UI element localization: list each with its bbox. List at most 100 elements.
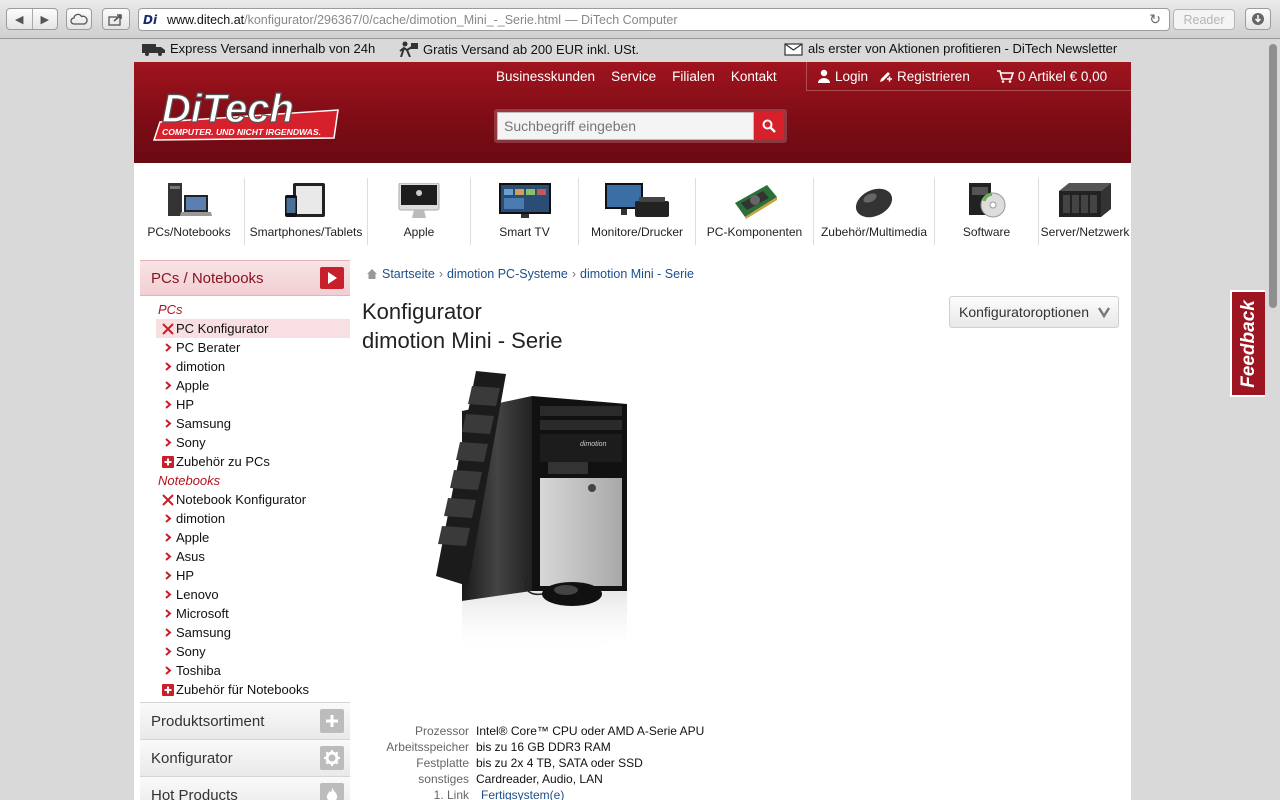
sidebar-item-apple[interactable]: Apple xyxy=(140,376,350,395)
category-software[interactable]: Software xyxy=(935,178,1039,245)
sidebar-item-label[interactable]: Zubehör für Notebooks xyxy=(176,682,309,697)
section-label[interactable]: Produktsortiment xyxy=(151,713,264,730)
sidebar-item-zubehör-zu-pcs[interactable]: Zubehör zu PCs xyxy=(140,452,350,471)
login-label[interactable]: Login xyxy=(835,69,868,84)
category-zubehoer-multimedia[interactable]: Zubehör/Multimedia xyxy=(814,178,935,245)
nav-businesskunden[interactable]: Businesskunden xyxy=(496,69,595,84)
sidebar-item-hp[interactable]: HP xyxy=(140,566,350,585)
share-button[interactable] xyxy=(102,8,130,30)
nav-kontakt[interactable]: Kontakt xyxy=(731,69,777,84)
ditech-logo[interactable]: DiTech COMPUTER. UND NICHT IRGENDWAS. xyxy=(150,82,342,142)
user-icon xyxy=(818,69,830,83)
category-pc-komponenten[interactable]: PC-Komponenten xyxy=(696,178,814,245)
sidebar-item-label[interactable]: Apple xyxy=(176,378,209,393)
register-link[interactable]: Registrieren xyxy=(878,69,970,84)
section-produktsortiment[interactable]: Produktsortiment xyxy=(140,702,350,739)
sidebar-item-label[interactable]: Notebook Konfigurator xyxy=(176,492,306,507)
breadcrumb-dimotion-mini-serie[interactable]: dimotion Mini - Serie xyxy=(580,267,694,281)
sidebar-item-microsoft[interactable]: Microsoft xyxy=(140,604,350,623)
sidebar-item-sony[interactable]: Sony xyxy=(140,433,350,452)
sidebar-item-dimotion[interactable]: dimotion xyxy=(140,357,350,376)
sidebar-subheading-pcs[interactable]: PCs xyxy=(140,300,350,319)
nav-service[interactable]: Service xyxy=(611,69,656,84)
cart-label[interactable]: 0 Artikel € 0,00 xyxy=(1018,69,1107,84)
sidebar-item-label[interactable]: Apple xyxy=(176,530,209,545)
reader-button[interactable]: Reader xyxy=(1173,9,1235,30)
address-bar[interactable]: Di www.ditech.at/konfigurator/296367/0/c… xyxy=(138,8,1170,31)
sidebar-toggle-button[interactable] xyxy=(320,267,344,289)
sidebar-item-lenovo[interactable]: Lenovo xyxy=(140,585,350,604)
section-konfigurator[interactable]: Konfigurator xyxy=(140,739,350,776)
section-label[interactable]: Konfigurator xyxy=(151,750,233,767)
sidebar-item-notebook-konfigurator[interactable]: Notebook Konfigurator xyxy=(140,490,350,509)
category-pcs-notebooks[interactable]: PCs/Notebooks xyxy=(134,178,245,245)
smartphone-tablet-icon xyxy=(285,183,325,217)
sidebar-item-zubehör-für-notebooks[interactable]: Zubehör für Notebooks xyxy=(140,680,350,699)
category-apple[interactable]: Apple xyxy=(368,178,471,245)
search-button[interactable] xyxy=(754,112,784,140)
sidebar-item-label[interactable]: Samsung xyxy=(176,416,231,431)
sidebar-heading[interactable]: PCs / Notebooks xyxy=(140,260,350,296)
category-server-netzwerk[interactable]: Server/Netzwerk xyxy=(1039,178,1131,245)
back-forward-buttons[interactable]: ◀ ▶ xyxy=(6,8,58,30)
sidebar-item-apple[interactable]: Apple xyxy=(140,528,350,547)
login-link[interactable]: Login xyxy=(817,69,868,84)
feedback-tab[interactable]: Feedback xyxy=(1230,290,1265,397)
sidebar-item-label[interactable]: Toshiba xyxy=(176,663,221,678)
sidebar-item-label[interactable]: dimotion xyxy=(176,511,225,526)
search-input[interactable] xyxy=(497,112,755,140)
page-title-line1: Konfigurator xyxy=(362,299,482,324)
sidebar-item-label[interactable]: dimotion xyxy=(176,359,225,374)
cart-link[interactable]: 0 Artikel € 0,00 xyxy=(996,69,1107,84)
category-smart-tv[interactable]: Smart TV xyxy=(471,178,579,245)
section-hot-products[interactable]: Hot Products xyxy=(140,776,350,800)
sidebar-item-sony[interactable]: Sony xyxy=(140,642,350,661)
sidebar-item-label[interactable]: Asus xyxy=(176,549,205,564)
breadcrumb-startseite[interactable]: Startseite xyxy=(382,267,435,281)
sidebar-item-label[interactable]: Sony xyxy=(176,435,206,450)
section-label[interactable]: Hot Products xyxy=(151,787,238,800)
category-monitore-drucker[interactable]: Monitore/Drucker xyxy=(579,178,696,245)
vertical-scrollbar[interactable] xyxy=(1266,40,1280,800)
hot-products-button[interactable] xyxy=(320,783,344,800)
sidebar-item-label[interactable]: HP xyxy=(176,568,194,583)
sidebar-item-label[interactable]: PC Berater xyxy=(176,340,240,355)
sidebar-item-hp[interactable]: HP xyxy=(140,395,350,414)
sidebar-item-dimotion[interactable]: dimotion xyxy=(140,509,350,528)
konfiguratoroptionen-dropdown[interactable]: Konfiguratoroptionen xyxy=(949,296,1119,328)
download-icon xyxy=(1252,13,1264,25)
icloud-tabs-button[interactable] xyxy=(66,8,92,30)
forward-icon[interactable]: ▶ xyxy=(33,13,58,26)
sidebar-item-toshiba[interactable]: Toshiba xyxy=(140,661,350,680)
feedback-label[interactable]: Feedback xyxy=(1238,300,1260,388)
sidebar-item-label[interactable]: PC Konfigurator xyxy=(176,321,269,336)
back-icon[interactable]: ◀ xyxy=(7,13,32,26)
konfigurator-button[interactable] xyxy=(320,746,344,770)
sidebar-subheading-notebooks[interactable]: Notebooks xyxy=(140,471,350,490)
newsletter-text[interactable]: als erster von Aktionen profitieren - Di… xyxy=(808,41,1117,56)
sidebar-item-label[interactable]: Sony xyxy=(176,644,206,659)
newsletter-info[interactable]: als erster von Aktionen profitieren - Di… xyxy=(784,41,1117,56)
downloads-button[interactable] xyxy=(1245,8,1271,30)
sidebar-item-label[interactable]: HP xyxy=(176,397,194,412)
sidebar-item-pc-konfigurator[interactable]: PC Konfigurator xyxy=(156,319,350,338)
reload-icon[interactable]: ↻ xyxy=(1149,11,1161,28)
sidebar-item-samsung[interactable]: Samsung xyxy=(140,623,350,642)
sidebar-item-pc-berater[interactable]: PC Berater xyxy=(140,338,350,357)
sidebar-item-label[interactable]: Samsung xyxy=(176,625,231,640)
sidebar-item-label[interactable]: Microsoft xyxy=(176,606,229,621)
scrollbar-thumb[interactable] xyxy=(1269,44,1277,308)
sidebar-heading-label[interactable]: PCs / Notebooks xyxy=(151,270,264,287)
fertigsysteme-link[interactable]: Fertigsystem(e) xyxy=(481,788,564,800)
home-icon[interactable] xyxy=(367,269,377,279)
register-label[interactable]: Registrieren xyxy=(897,69,970,84)
options-button-label[interactable]: Konfiguratoroptionen xyxy=(959,304,1089,320)
sidebar-item-samsung[interactable]: Samsung xyxy=(140,414,350,433)
sidebar-item-label[interactable]: Lenovo xyxy=(176,587,219,602)
category-smartphones-tablets[interactable]: Smartphones/Tablets xyxy=(245,178,368,245)
expand-button[interactable] xyxy=(320,709,344,733)
nav-filialen[interactable]: Filialen xyxy=(672,69,715,84)
sidebar-item-label[interactable]: Zubehör zu PCs xyxy=(176,454,270,469)
breadcrumb-dimotion-pc-systeme[interactable]: dimotion PC-Systeme xyxy=(447,267,568,281)
sidebar-item-asus[interactable]: Asus xyxy=(140,547,350,566)
